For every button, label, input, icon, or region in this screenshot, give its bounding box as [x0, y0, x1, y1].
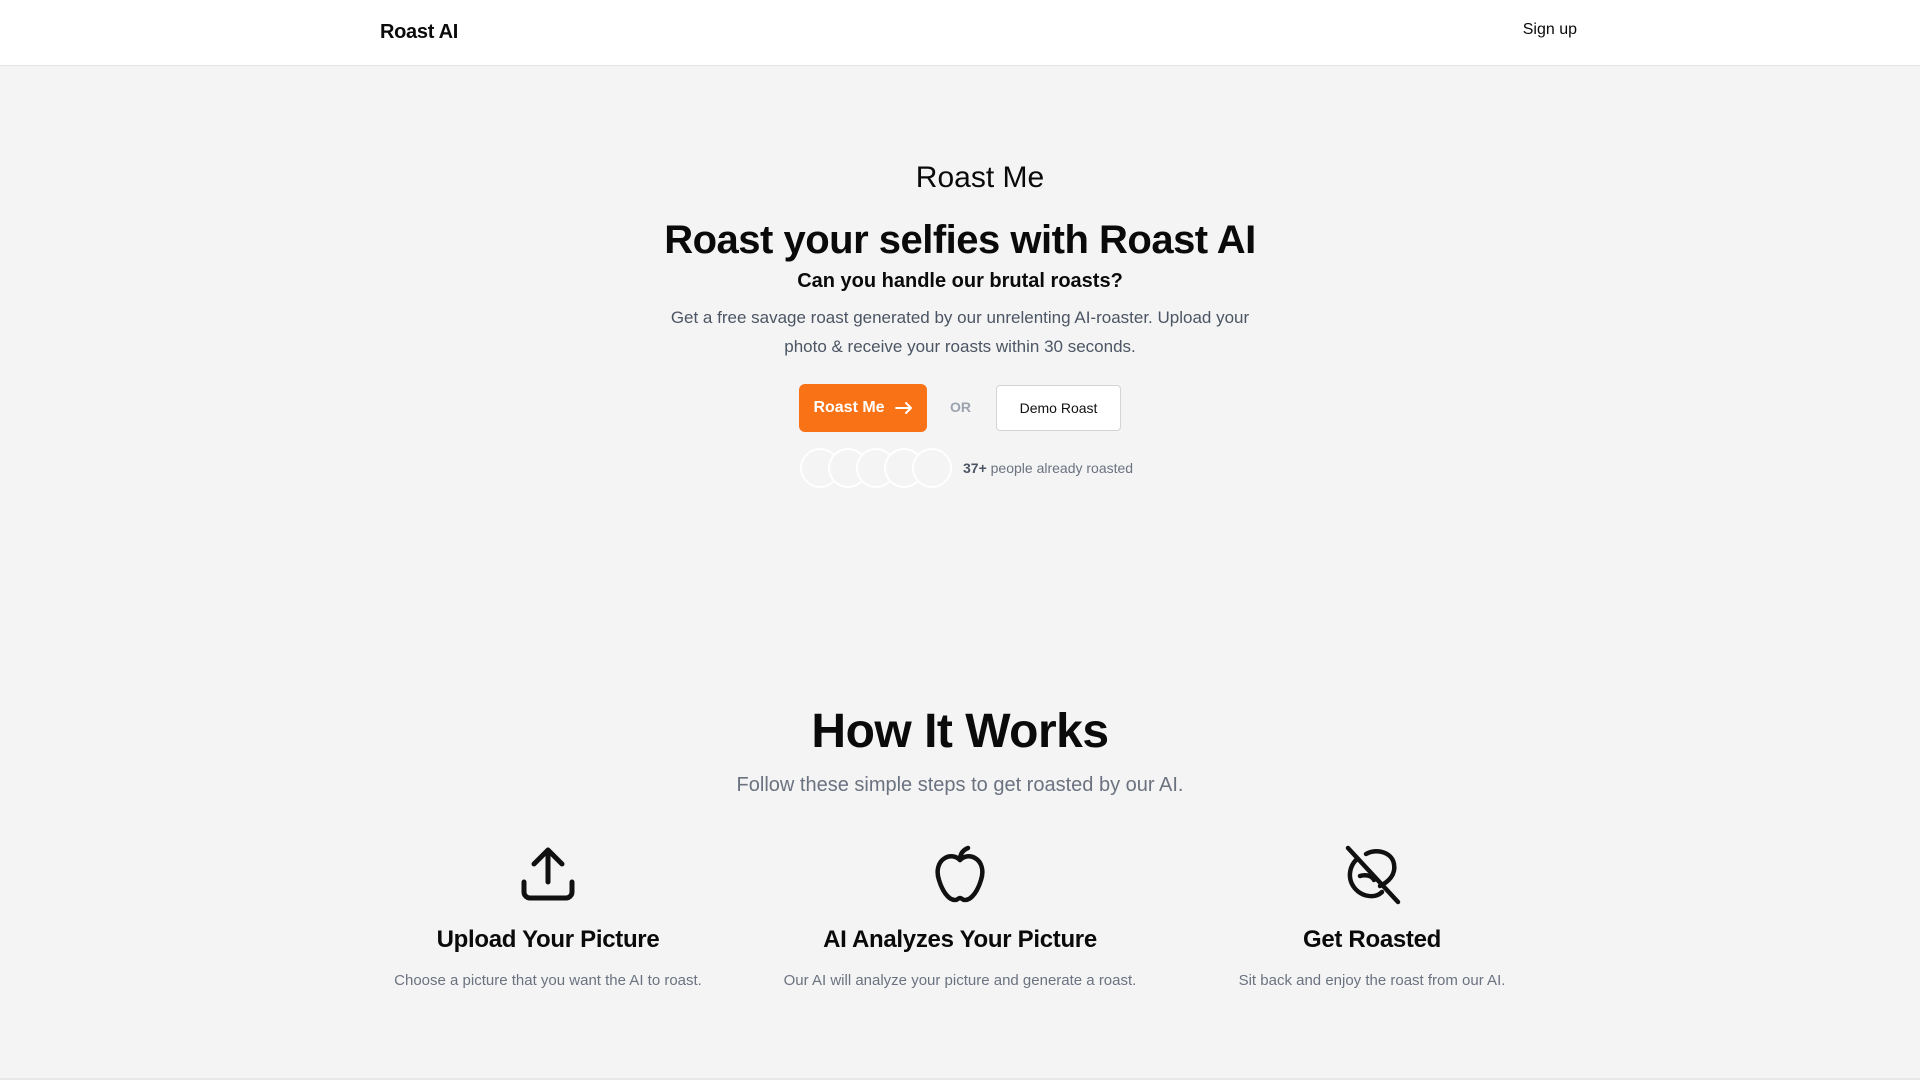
roast-me-button[interactable]: Roast Me	[799, 384, 927, 432]
step-title: Get Roasted	[1302, 926, 1442, 953]
social-proof: 37+ people already roasted	[0, 448, 1920, 488]
upload-icon	[521, 847, 575, 901]
sign-up-link[interactable]: Sign up	[1523, 21, 1577, 39]
hero-subhead: Can you handle our brutal roasts?	[797, 270, 1123, 292]
step-upload: Upload Your Picture Choose a picture tha…	[338, 842, 758, 989]
step-description: Choose a picture that you want the AI to…	[394, 972, 702, 989]
or-separator: OR	[950, 399, 971, 415]
step-roasted: Get Roasted Sit back and enjoy the roast…	[1162, 842, 1582, 989]
step-analyze: AI Analyzes Your Picture Our AI will ana…	[750, 842, 1170, 989]
how-it-works-title: How It Works	[811, 705, 1109, 758]
step-description: Our AI will analyze your picture and gen…	[783, 972, 1137, 989]
demo-roast-button[interactable]: Demo Roast	[996, 385, 1121, 431]
social-proof-text: 37+ people already roasted	[963, 460, 1133, 476]
avatar	[912, 448, 952, 488]
step-title: AI Analyzes Your Picture	[823, 926, 1097, 953]
hero-eyebrow: Roast Me	[915, 161, 1045, 194]
cta-row: Roast Me OR Demo Roast	[0, 384, 1920, 432]
top-navbar: Roast AI Sign up	[0, 0, 1920, 66]
roasted-count: 37+	[963, 460, 987, 476]
roasted-label: people already roasted	[986, 460, 1134, 476]
avatar-stack	[800, 448, 952, 488]
roast-me-label: Roast Me	[813, 399, 885, 416]
how-it-works-subtitle: Follow these simple steps to get roasted…	[736, 774, 1184, 796]
apple-icon	[935, 845, 985, 903]
step-title: Upload Your Picture	[436, 926, 660, 953]
step-description: Sit back and enjoy the roast from our AI…	[1238, 972, 1506, 989]
arrow-right-icon	[894, 402, 912, 414]
hero-description: Get a free savage roast generated by our…	[670, 308, 1250, 356]
brand-logo-link[interactable]: Roast AI	[380, 21, 458, 44]
bean-off-icon	[1345, 845, 1401, 905]
hero-headline: Roast your selfies with Roast AI	[664, 218, 1256, 262]
